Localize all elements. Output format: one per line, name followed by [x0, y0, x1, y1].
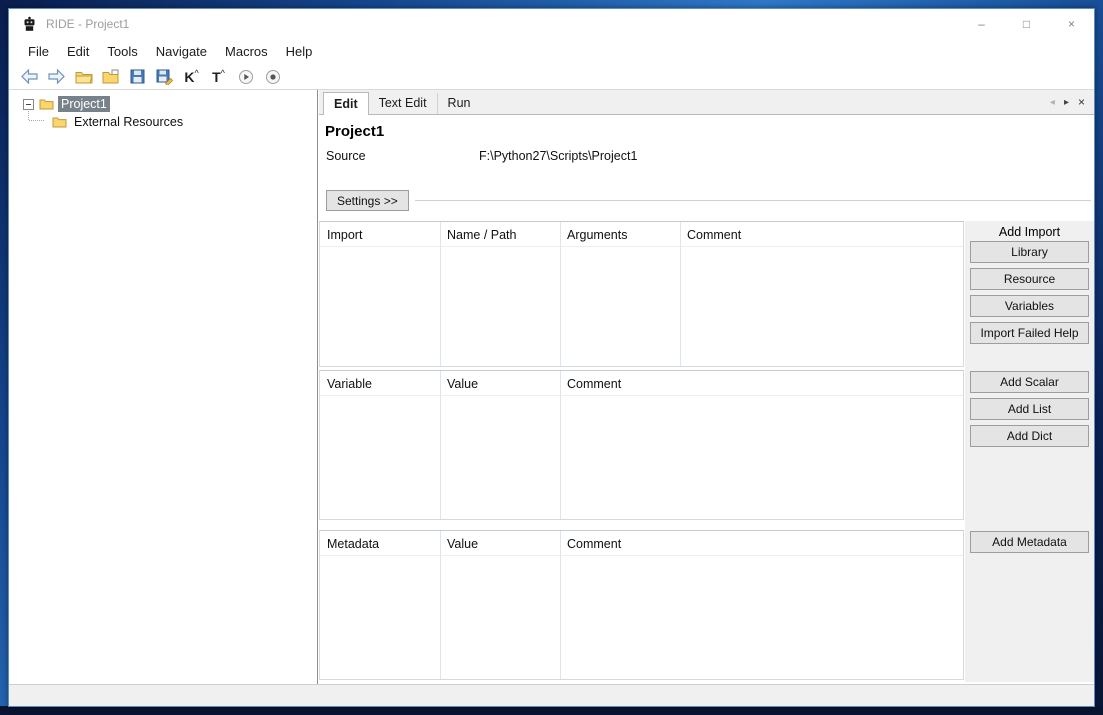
open-file-button[interactable]	[98, 66, 123, 88]
stop-button[interactable]	[260, 66, 285, 88]
desktop-background: RIDE - Project1 – □ × File Edit Tools Na…	[0, 0, 1103, 715]
project-folder-icon	[39, 98, 54, 110]
save-all-button[interactable]	[152, 66, 177, 88]
menu-navigate[interactable]: Navigate	[147, 44, 216, 59]
add-metadata-button[interactable]: Add Metadata	[970, 531, 1089, 553]
tab-edit[interactable]: Edit	[323, 92, 369, 115]
folder-file-icon	[102, 69, 118, 84]
save-button[interactable]	[125, 66, 150, 88]
tab-scroll-left-icon[interactable]: ◂	[1050, 97, 1055, 108]
import-col-import: Import	[327, 228, 363, 242]
save-all-icon	[156, 69, 173, 85]
tab-bar: Edit Text Edit Run ◂ ▸ ×	[319, 90, 1094, 115]
minimize-button[interactable]: –	[959, 9, 1004, 39]
forward-arrow-icon	[48, 69, 65, 84]
tab-controls: ◂ ▸ ×	[1050, 90, 1094, 114]
run-tests-button[interactable]	[233, 66, 258, 88]
import-col-comment: Comment	[687, 228, 742, 242]
variable-table[interactable]: Variable Value Comment	[319, 370, 964, 520]
menu-macros[interactable]: Macros	[216, 44, 277, 59]
main-region: Project1 External Resources Edit Text Ed…	[9, 90, 1094, 684]
project-tree: Project1 External Resources	[9, 90, 318, 684]
go-back-button[interactable]	[17, 66, 42, 88]
menu-bar: File Edit Tools Navigate Macros Help	[9, 39, 1094, 64]
add-resource-button[interactable]: Resource	[970, 268, 1089, 290]
open-folder-icon	[75, 71, 93, 83]
variable-col-value: Value	[447, 377, 479, 391]
metadata-col-metadata: Metadata	[327, 537, 380, 551]
metadata-col-comment: Comment	[567, 537, 622, 551]
status-bar	[9, 684, 1094, 706]
tree-row-external-resources: External Resources	[47, 113, 317, 131]
tab-scroll-right-icon[interactable]: ▸	[1064, 97, 1069, 108]
source-value: F:\Python27\Scripts\Project1	[479, 149, 638, 163]
import-col-arguments: Arguments	[567, 228, 628, 242]
project-title: Project1	[325, 123, 385, 140]
window-controls: – □ ×	[959, 9, 1094, 39]
menu-help[interactable]: Help	[277, 44, 322, 59]
add-scalar-button[interactable]: Add Scalar	[970, 371, 1089, 393]
window-title: RIDE - Project1	[46, 17, 130, 31]
variable-col-comment: Comment	[567, 377, 622, 391]
metadata-col-value: Value	[447, 537, 479, 551]
metadata-table[interactable]: Metadata Value Comment	[319, 530, 964, 680]
search-keywords-button[interactable]: K ^	[179, 66, 204, 88]
menu-file[interactable]: File	[19, 44, 58, 59]
play-icon	[238, 69, 253, 84]
external-resources-folder-icon	[52, 116, 67, 128]
ride-app-icon	[22, 16, 37, 32]
menu-tools[interactable]: Tools	[98, 44, 146, 59]
add-list-button[interactable]: Add List	[970, 398, 1089, 420]
tab-text-edit[interactable]: Text Edit	[369, 93, 437, 114]
stop-icon	[265, 69, 280, 84]
taskbar-strip	[0, 706, 1103, 715]
tree-connector-horizontal	[29, 120, 44, 121]
variable-col-variable: Variable	[327, 377, 372, 391]
add-variables-button[interactable]: Variables	[970, 295, 1089, 317]
tree-collapse-toggle-icon[interactable]	[23, 98, 34, 110]
tab-run[interactable]: Run	[436, 93, 481, 114]
settings-toggle-button[interactable]: Settings >>	[326, 190, 409, 211]
save-icon	[130, 69, 145, 84]
source-label: Source	[326, 149, 366, 163]
tree-item-project1[interactable]: Project1	[58, 96, 110, 112]
import-col-name-path: Name / Path	[447, 228, 517, 242]
import-failed-help-button[interactable]: Import Failed Help	[970, 322, 1089, 344]
tree-item-external-resources[interactable]: External Resources	[71, 114, 186, 130]
toolbar: K ^ T ^	[9, 64, 1094, 90]
actions-column: Add Import Library Resource Variables Im…	[965, 221, 1094, 682]
back-arrow-icon	[21, 69, 38, 84]
editor-panel: Edit Text Edit Run ◂ ▸ × Project1 Source…	[319, 90, 1094, 684]
add-import-label: Add Import	[998, 225, 1061, 239]
close-button[interactable]: ×	[1049, 9, 1094, 39]
search-tests-button[interactable]: T ^	[206, 66, 231, 88]
settings-divider	[415, 200, 1091, 201]
open-directory-button[interactable]	[71, 66, 96, 88]
menu-edit[interactable]: Edit	[58, 44, 98, 59]
go-forward-button[interactable]	[44, 66, 69, 88]
add-library-button[interactable]: Library	[970, 241, 1089, 263]
title-bar[interactable]: RIDE - Project1 – □ ×	[9, 9, 1094, 39]
tab-close-icon[interactable]: ×	[1078, 95, 1085, 109]
tree-row-project1: Project1	[9, 95, 317, 113]
import-table[interactable]: Import Name / Path Arguments Comment	[319, 221, 964, 367]
editor-content: Project1 Source F:\Python27\Scripts\Proj…	[319, 115, 1094, 684]
app-window: RIDE - Project1 – □ × File Edit Tools Na…	[8, 8, 1095, 707]
maximize-button[interactable]: □	[1004, 9, 1049, 39]
add-dict-button[interactable]: Add Dict	[970, 425, 1089, 447]
